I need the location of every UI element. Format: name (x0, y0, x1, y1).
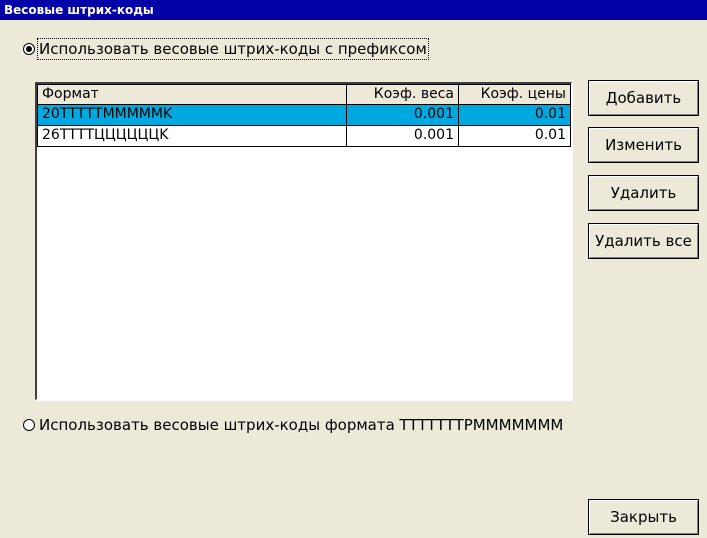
table-row[interactable]: 20ТТТТТММММMK 0.001 0.01 (37, 105, 571, 126)
barcode-format-table[interactable]: Формат Коэф. веса Коэф. цены 20ТТТТТММММ… (35, 82, 572, 400)
radio-use-format[interactable]: Использовать весовые штрих-коды формата … (23, 416, 563, 434)
add-button[interactable]: Добавить (588, 80, 699, 116)
table-header: Формат Коэф. веса Коэф. цены (37, 84, 571, 105)
close-button[interactable]: Закрыть (588, 499, 699, 535)
radio-use-prefix-label: Использовать весовые штрих-коды с префик… (37, 38, 429, 60)
cell-weight-coef: 0.001 (347, 105, 459, 126)
cell-price-coef: 0.01 (459, 126, 571, 147)
delete-button[interactable]: Удалить (588, 175, 699, 211)
add-button-label: Добавить (605, 89, 682, 107)
cell-price-coef: 0.01 (459, 105, 571, 126)
radio-button-icon[interactable] (23, 419, 35, 431)
radio-button-icon[interactable] (23, 43, 35, 55)
column-header-weight-coef[interactable]: Коэф. веса (347, 84, 459, 105)
delete-all-button[interactable]: Удалить все (588, 223, 699, 259)
cell-format: 26ТТТТЦЦЦЦЦЦK (37, 126, 347, 147)
close-button-label: Закрыть (610, 508, 677, 526)
cell-format: 20ТТТТТММММMK (37, 105, 347, 126)
column-header-price-coef[interactable]: Коэф. цены (459, 84, 571, 105)
delete-all-button-label: Удалить все (595, 232, 692, 250)
delete-button-label: Удалить (610, 184, 677, 202)
edit-button-label: Изменить (605, 136, 682, 154)
edit-button[interactable]: Изменить (588, 127, 699, 163)
radio-use-format-label: Использовать весовые штрих-коды формата … (39, 416, 564, 434)
table-row[interactable]: 26ТТТТЦЦЦЦЦЦK 0.001 0.01 (37, 126, 571, 147)
radio-use-prefix[interactable]: Использовать весовые штрих-коды с префик… (23, 38, 429, 60)
window-title: Весовые штрих-коды (0, 0, 707, 20)
column-header-format[interactable]: Формат (37, 84, 347, 105)
cell-weight-coef: 0.001 (347, 126, 459, 147)
